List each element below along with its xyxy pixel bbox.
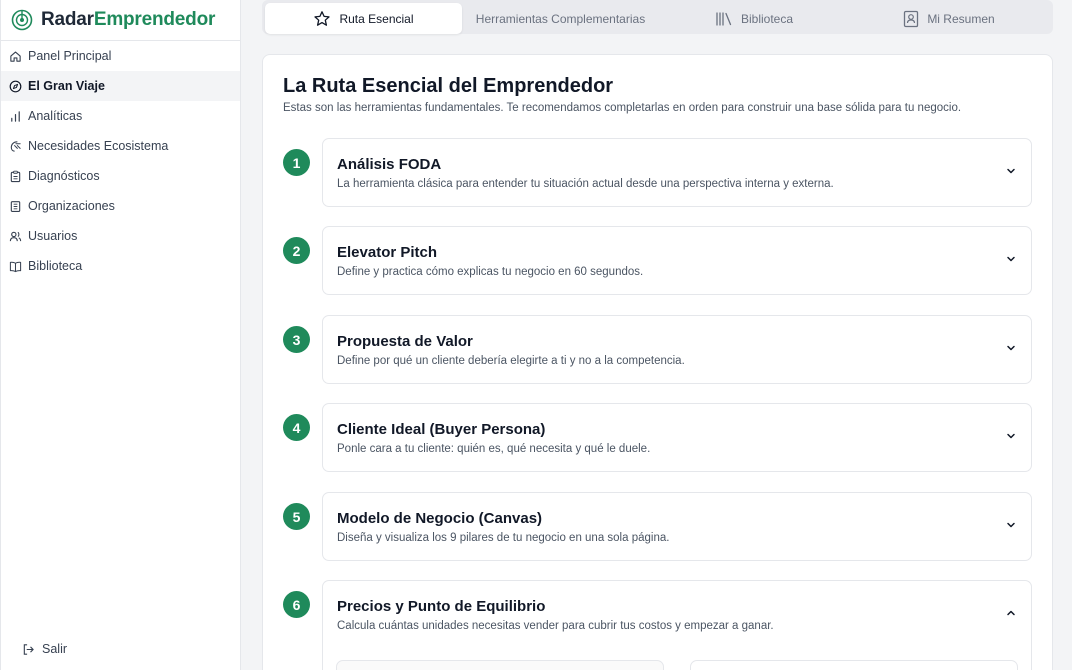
sidebar-item-label: Usuarios xyxy=(28,229,78,243)
sidebar-item-organizaciones[interactable]: Organizaciones xyxy=(1,191,240,221)
profile-icon xyxy=(903,10,919,28)
sidebar-item-biblioteca[interactable]: Biblioteca xyxy=(1,251,240,281)
home-icon xyxy=(8,49,22,63)
brand-name-part1: Radar xyxy=(41,9,94,30)
library-icon xyxy=(715,11,733,27)
expanded-panel-left xyxy=(336,660,664,670)
sidebar-item-label: Biblioteca xyxy=(28,259,83,273)
step-number: 1 xyxy=(283,149,310,176)
step-card-cliente-ideal[interactable]: Cliente Ideal (Buyer Persona) Ponle cara… xyxy=(322,403,1032,472)
chevron-down-icon[interactable] xyxy=(1005,342,1017,354)
step-description: Ponle cara a tu cliente: quién es, qué n… xyxy=(337,443,651,455)
sidebar-item-usuarios[interactable]: Usuarios xyxy=(1,221,240,251)
users-icon xyxy=(8,229,22,243)
sidebar-item-el-gran-viaje[interactable]: El Gran Viaje xyxy=(1,71,240,101)
step-card-modelo-de-negocio[interactable]: Modelo de Negocio (Canvas) Diseña y visu… xyxy=(322,492,1032,561)
sidebar-item-diagnosticos[interactable]: Diagnósticos xyxy=(1,161,240,191)
sidebar-item-label: Analíticas xyxy=(28,109,83,123)
tab-label: Biblioteca xyxy=(740,11,794,26)
sidebar: RadarEmprendedor Panel Principal El Gran… xyxy=(0,0,241,670)
tab-label: Mi Resumen xyxy=(927,11,995,26)
chevron-up-icon[interactable] xyxy=(1005,607,1017,619)
book-icon xyxy=(8,259,22,273)
clipboard-icon xyxy=(8,169,22,183)
tab-bar: Ruta Esencial Herramientas Complementari… xyxy=(262,0,1053,34)
building-icon xyxy=(8,199,22,213)
sidebar-item-label: El Gran Viaje xyxy=(28,79,105,93)
compass-icon xyxy=(8,79,22,93)
logout-button[interactable]: Salir xyxy=(21,642,67,656)
sidebar-item-panel-principal[interactable]: Panel Principal xyxy=(1,41,240,71)
tab-biblioteca[interactable]: Biblioteca xyxy=(659,3,849,34)
brand-name: RadarEmprendedor xyxy=(41,9,215,31)
step-number: 4 xyxy=(283,414,310,441)
step-description: Calcula cuántas unidades necesitas vende… xyxy=(337,620,774,632)
brand[interactable]: RadarEmprendedor xyxy=(1,0,240,41)
sidebar-nav: Panel Principal El Gran Viaje Analíticas… xyxy=(1,41,240,281)
step-number: 6 xyxy=(283,591,310,618)
step-title: Modelo de Negocio (Canvas) xyxy=(337,510,543,527)
sidebar-item-necesidades-ecosistema[interactable]: Necesidades Ecosistema xyxy=(1,131,240,161)
step-number: 5 xyxy=(283,503,310,530)
step-title: Propuesta de Valor xyxy=(337,333,473,350)
step-card-elevator-pitch[interactable]: Elevator Pitch Define y practica cómo ex… xyxy=(322,226,1032,295)
bar-chart-icon xyxy=(8,109,22,123)
tab-label: Herramientas Complementarias xyxy=(475,11,646,26)
main-card: La Ruta Esencial del Emprendedor Estas s… xyxy=(262,54,1053,670)
sidebar-item-label: Necesidades Ecosistema xyxy=(28,139,169,153)
step-number: 2 xyxy=(283,237,310,264)
step-card-propuesta-de-valor[interactable]: Propuesta de Valor Define por qué un cli… xyxy=(322,315,1032,384)
step-description: Define por qué un cliente debería elegir… xyxy=(337,355,685,367)
ecosystem-icon xyxy=(8,139,22,153)
chevron-down-icon[interactable] xyxy=(1005,165,1017,177)
tab-mi-resumen[interactable]: Mi Resumen xyxy=(849,3,1049,34)
page-subtitle: Estas son las herramientas fundamentales… xyxy=(283,102,962,114)
sidebar-item-label: Diagnósticos xyxy=(28,169,100,183)
sidebar-item-analiticas[interactable]: Analíticas xyxy=(1,101,240,131)
sidebar-item-label: Panel Principal xyxy=(28,49,112,63)
step-description: La herramienta clásica para entender tu … xyxy=(337,178,834,190)
step-title: Elevator Pitch xyxy=(337,244,438,261)
step-card-precios-punto-equilibrio[interactable]: Precios y Punto de Equilibrio Calcula cu… xyxy=(322,580,1032,670)
logout-label: Salir xyxy=(42,642,68,656)
sidebar-item-label: Organizaciones xyxy=(28,199,115,213)
step-title: Cliente Ideal (Buyer Persona) xyxy=(337,421,546,438)
tab-ruta-esencial[interactable]: Ruta Esencial xyxy=(265,3,462,34)
radar-logo-icon xyxy=(11,9,33,31)
star-icon xyxy=(313,10,331,28)
tab-herramientas-complementarias[interactable]: Herramientas Complementarias xyxy=(462,3,659,34)
step-number: 3 xyxy=(283,326,310,353)
step-title: Análisis FODA xyxy=(337,156,442,173)
page-title: La Ruta Esencial del Emprendedor xyxy=(283,75,614,97)
step-description: Define y practica cómo explicas tu negoc… xyxy=(337,266,644,278)
step-description: Diseña y visualiza los 9 pilares de tu n… xyxy=(337,532,670,544)
tab-label: Ruta Esencial xyxy=(339,11,414,26)
chevron-down-icon[interactable] xyxy=(1005,430,1017,442)
expanded-panel-right xyxy=(690,660,1018,670)
chevron-down-icon[interactable] xyxy=(1005,253,1017,265)
step-title: Precios y Punto de Equilibrio xyxy=(337,598,546,615)
step-card-analisis-foda[interactable]: Análisis FODA La herramienta clásica par… xyxy=(322,138,1032,207)
logout-icon xyxy=(21,642,35,656)
brand-name-part2: Emprendedor xyxy=(93,9,216,30)
chevron-down-icon[interactable] xyxy=(1005,519,1017,531)
